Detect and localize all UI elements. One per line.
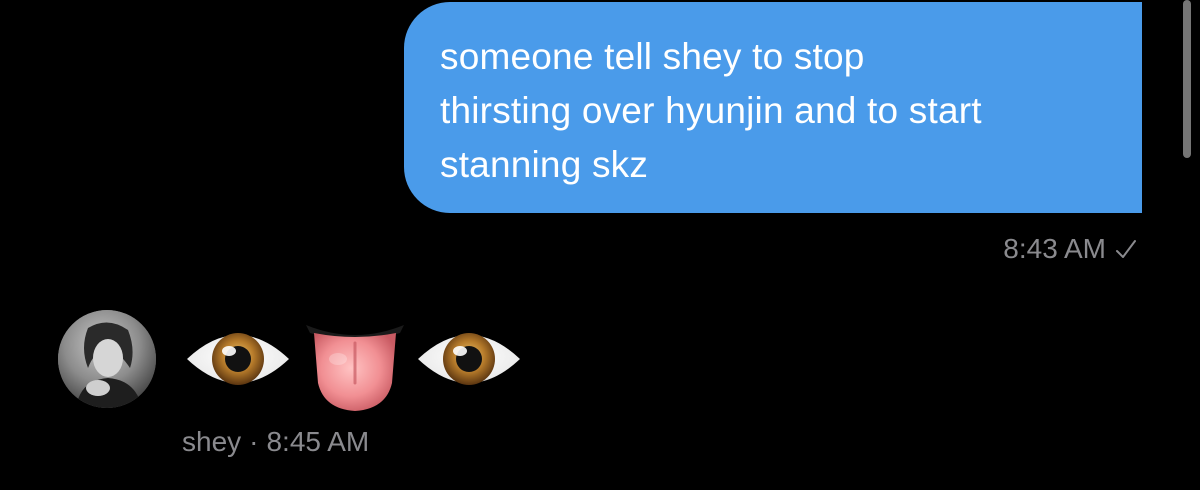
incoming-message-meta: shey · 8:45 AM <box>182 426 369 458</box>
sender-name: shey <box>182 426 242 457</box>
scrollbar[interactable] <box>1183 0 1191 158</box>
outgoing-message-text: someone tell shey to stop thirsting over… <box>440 36 982 185</box>
avatar[interactable] <box>58 310 156 408</box>
meta-separator: · <box>249 426 259 457</box>
eye-icon <box>187 333 289 385</box>
outgoing-message-bubble[interactable]: someone tell shey to stop thirsting over… <box>404 2 1142 213</box>
outgoing-message-time: 8:43 AM <box>1003 233 1106 264</box>
incoming-message-time: 8:45 AM <box>266 426 370 457</box>
avatar-photo <box>58 310 156 408</box>
outgoing-message-meta: 8:43 AM <box>1003 232 1138 266</box>
eye-icon <box>418 333 520 385</box>
check-icon <box>1116 240 1136 258</box>
tongue-icon <box>306 325 404 411</box>
